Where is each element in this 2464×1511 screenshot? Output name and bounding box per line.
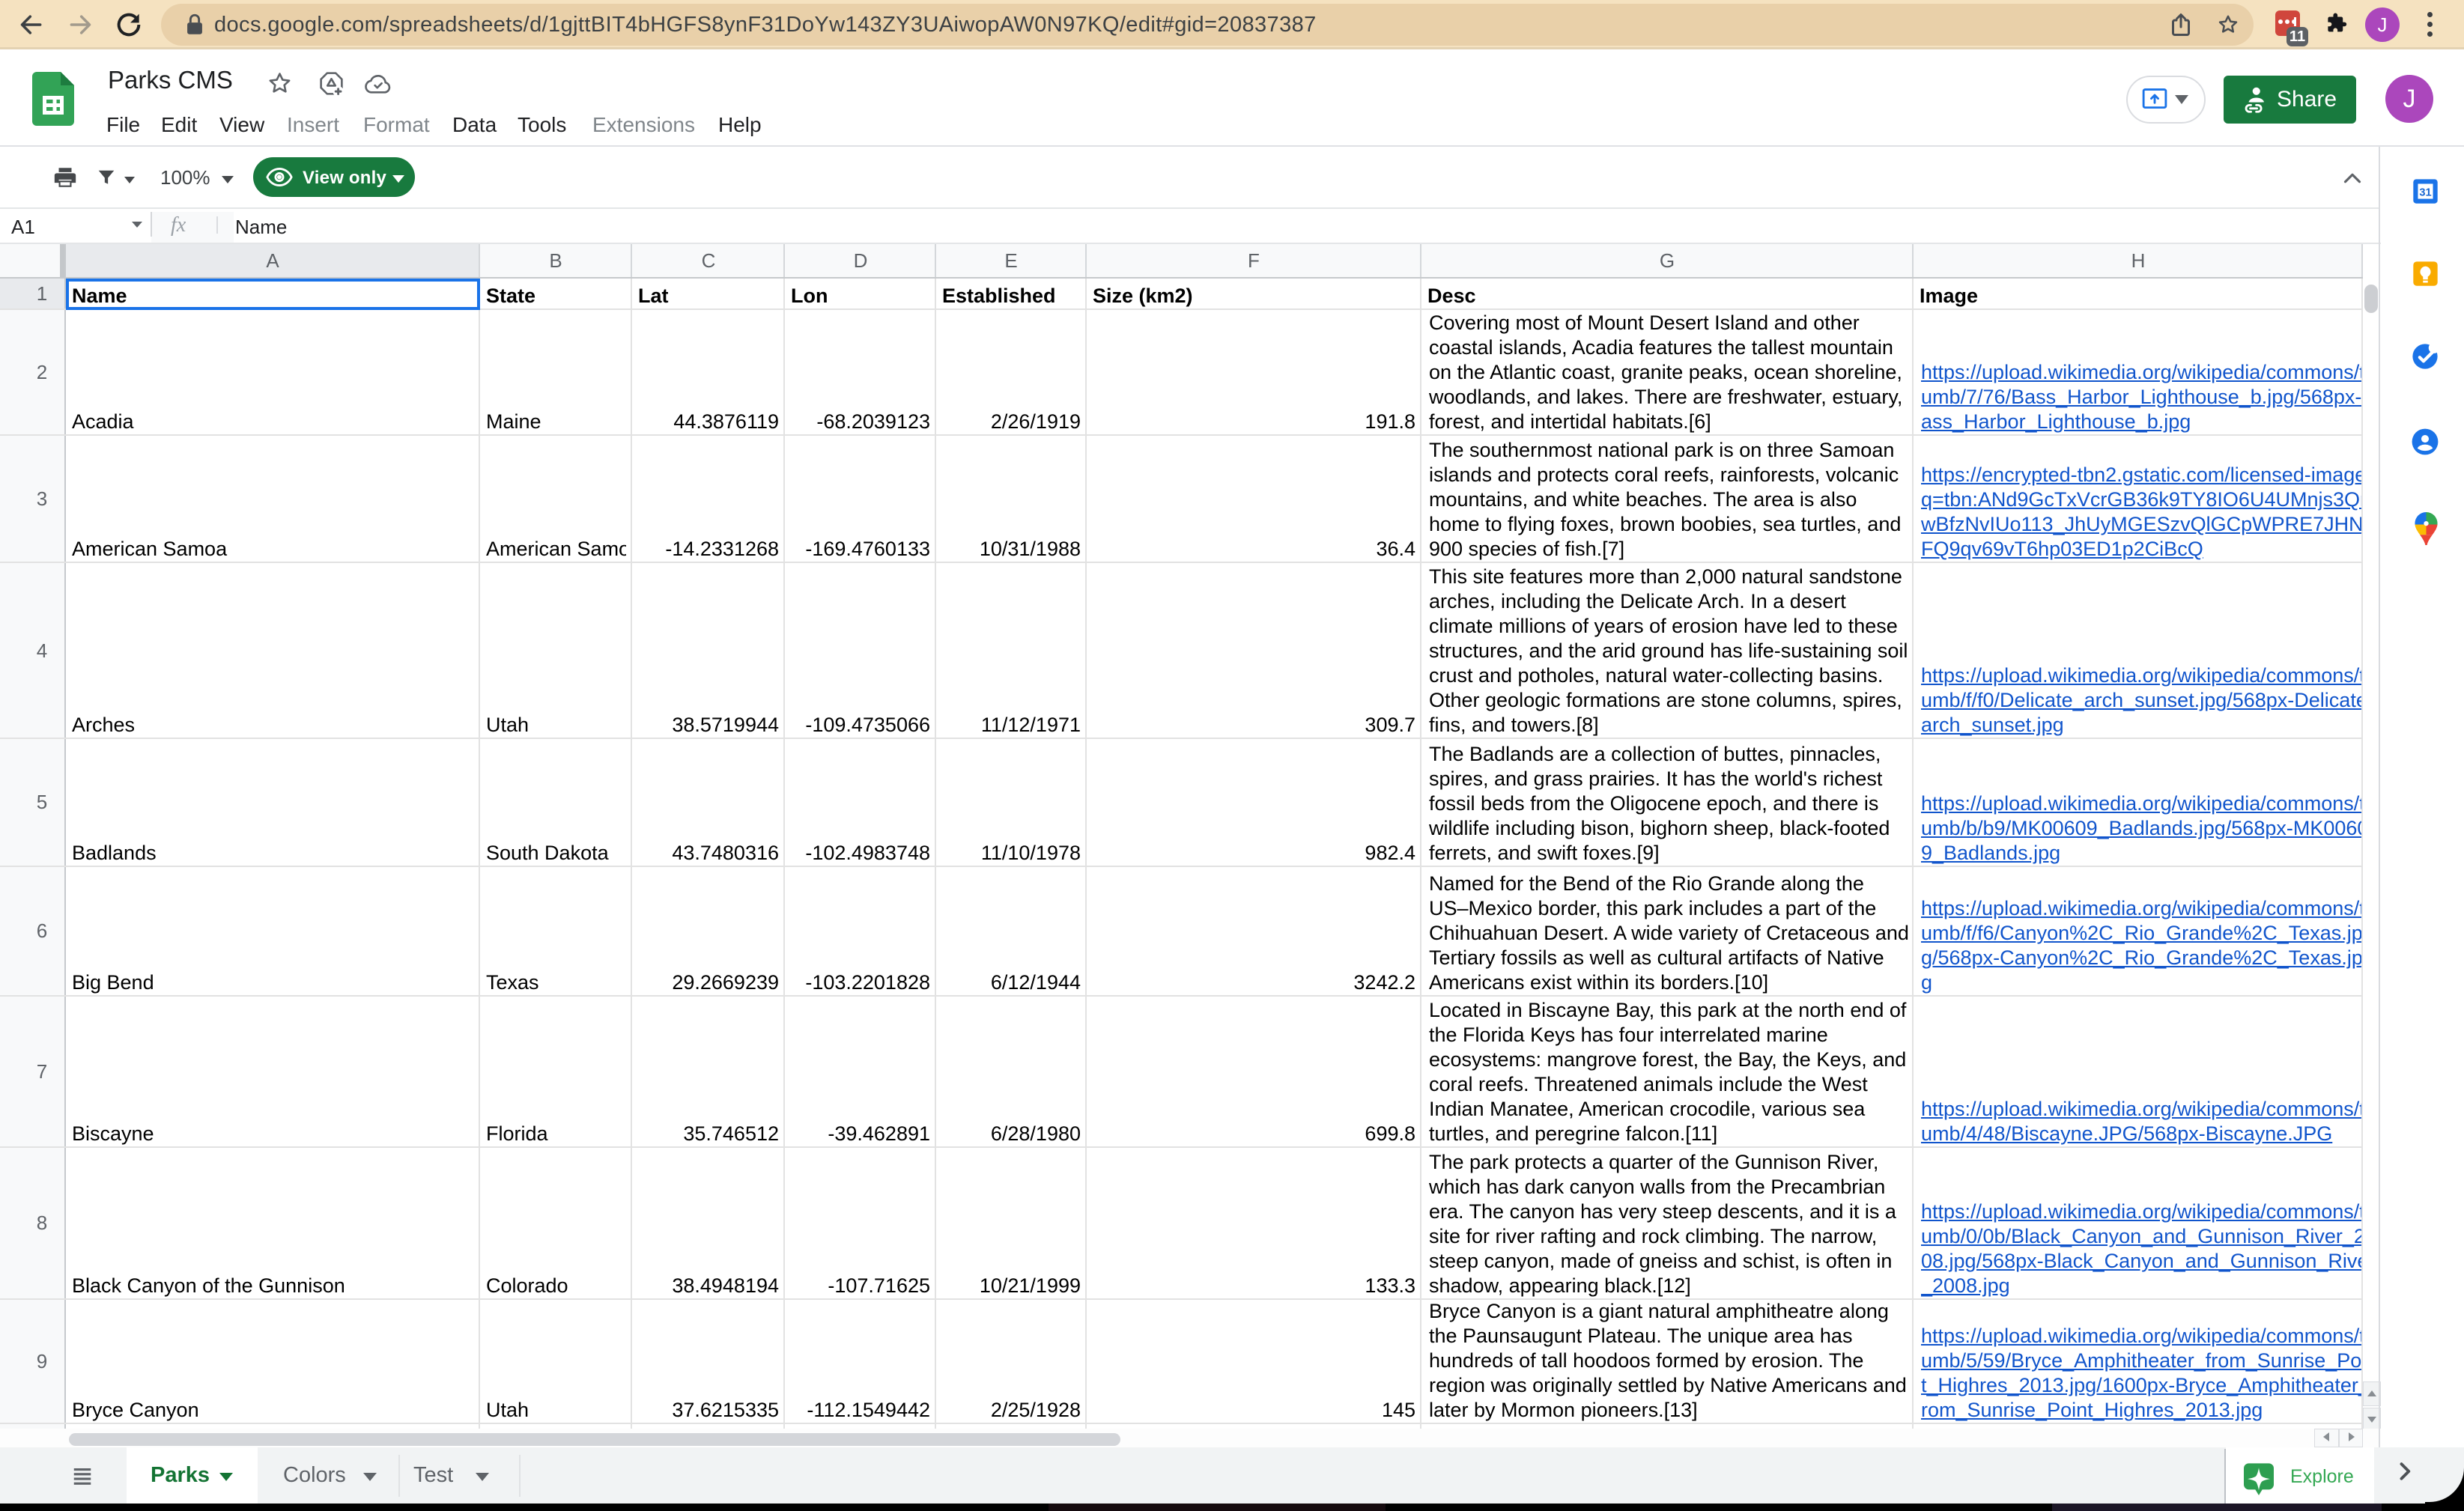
svg-text:31: 31 <box>2419 186 2431 198</box>
